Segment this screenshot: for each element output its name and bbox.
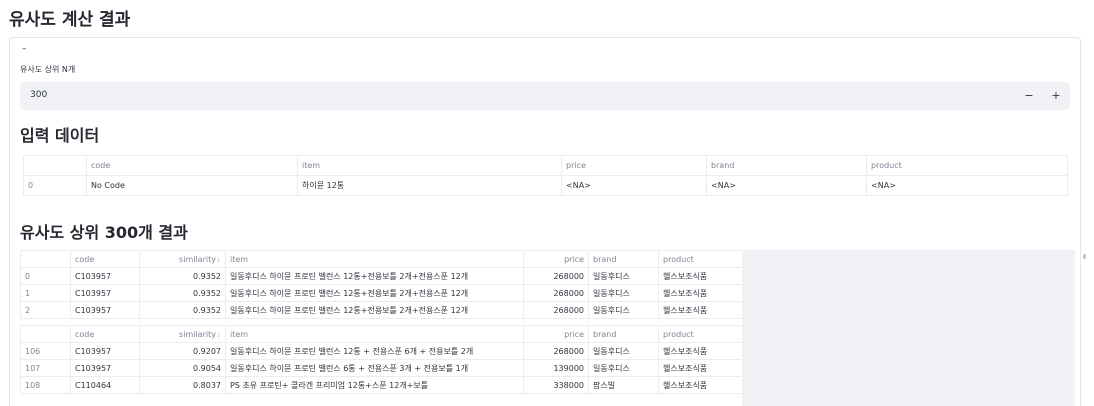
- table-cell[interactable]: 1: [20, 284, 71, 302]
- column-header-similarity[interactable]: similarity↓: [139, 325, 226, 343]
- column-header-index[interactable]: [20, 325, 71, 343]
- table-cell[interactable]: 일동후디스 하이뮨 프로틴 밸런스 12통+전용보틀 2개+전용스푼 12개: [225, 301, 524, 319]
- collapse-toggle[interactable]: –: [22, 44, 27, 54]
- column-header-code[interactable]: code: [70, 325, 140, 343]
- topn-number-input[interactable]: 300 − +: [20, 82, 1070, 110]
- table-cell[interactable]: <NA>: [706, 175, 867, 196]
- table-cell[interactable]: C110464: [70, 376, 140, 394]
- table-cell[interactable]: 268000: [523, 267, 589, 285]
- column-header-price[interactable]: price: [561, 155, 707, 176]
- column-header-brand[interactable]: brand: [706, 155, 867, 176]
- sort-desc-icon: ↓: [215, 331, 221, 339]
- table-cell[interactable]: 일동후디스: [588, 301, 659, 319]
- table-cell[interactable]: 일동후디스: [588, 342, 659, 360]
- sort-desc-icon: ↓: [215, 256, 221, 264]
- table-cell[interactable]: 일동후디스: [588, 359, 659, 377]
- column-header-product[interactable]: product: [866, 155, 1068, 176]
- table-cell[interactable]: 일동후디스: [588, 267, 659, 285]
- table-cell[interactable]: 107: [20, 359, 71, 377]
- table-cell[interactable]: 268000: [523, 284, 589, 302]
- table-cell[interactable]: 헬스보조식품: [658, 284, 743, 302]
- table-cell[interactable]: 일동후디스: [588, 284, 659, 302]
- table-cell[interactable]: 헬스보조식품: [658, 342, 743, 360]
- table-row: 106 C103957 0.9207 일동후디스 하이뮨 프로틴 밸런스 12통…: [20, 342, 743, 360]
- table-cell[interactable]: C103957: [70, 267, 140, 285]
- decrement-button[interactable]: −: [1019, 86, 1039, 106]
- table-row: 0 No Code 하이뮨 12통 <NA> <NA> <NA>: [23, 175, 1068, 196]
- table-row: 0 C103957 0.9352 일동후디스 하이뮨 프로틴 밸런스 12통+전…: [20, 267, 743, 285]
- table-cell[interactable]: 106: [20, 342, 71, 360]
- table-cell[interactable]: 0.9352: [139, 301, 226, 319]
- increment-button[interactable]: +: [1046, 86, 1066, 106]
- column-header-product[interactable]: product: [658, 325, 743, 343]
- column-header-index[interactable]: [23, 155, 87, 176]
- column-header-brand[interactable]: brand: [588, 250, 659, 268]
- table-cell[interactable]: 하이뮨 12통: [297, 175, 562, 196]
- table-cell[interactable]: 일동후디스 하이뮨 프로틴 밸런스 12통+전용보틀 2개+전용스푼 12개: [225, 267, 524, 285]
- column-header-label: similarity: [179, 329, 216, 339]
- table-header-row: code similarity↓ item price brand produc…: [20, 325, 743, 343]
- table-row: 1 C103957 0.9352 일동후디스 하이뮨 프로틴 밸런스 12통+전…: [20, 284, 743, 302]
- input-data-heading: 입력 데이터: [20, 126, 100, 145]
- table-cell[interactable]: 0.9054: [139, 359, 226, 377]
- table-cell[interactable]: 2: [20, 301, 71, 319]
- table-cell[interactable]: 헬스보조식품: [658, 376, 743, 394]
- table-cell[interactable]: 헬스보조식품: [658, 267, 743, 285]
- topn-label: 유사도 상위 N개: [20, 65, 76, 74]
- column-header-label: similarity: [179, 254, 216, 264]
- table-empty-area: [742, 250, 1075, 406]
- table-cell[interactable]: 헬스보조식품: [658, 301, 743, 319]
- table-cell[interactable]: C103957: [70, 342, 140, 360]
- table-cell[interactable]: C103957: [70, 359, 140, 377]
- table-cell[interactable]: 0: [20, 267, 71, 285]
- column-header-item[interactable]: item: [225, 325, 524, 343]
- column-header-similarity[interactable]: similarity↓: [139, 250, 226, 268]
- table-cell[interactable]: 268000: [523, 301, 589, 319]
- table-cell[interactable]: 338000: [523, 376, 589, 394]
- table-cell[interactable]: 일동후디스 하이뮨 프로틴 밸런스 12통 + 전용스푼 6개 + 전용보틀 2…: [225, 342, 524, 360]
- table-cell[interactable]: 0.9352: [139, 267, 226, 285]
- table-header-row: code item price brand product: [23, 155, 1068, 176]
- column-header-brand[interactable]: brand: [588, 325, 659, 343]
- table-cell[interactable]: PS 초유 프로틴+ 콜라겐 프리미엄 12통+스푼 12개+보틀: [225, 376, 524, 394]
- table-cell[interactable]: <NA>: [866, 175, 1068, 196]
- topn-value[interactable]: 300: [30, 90, 47, 100]
- result-table-top[interactable]: code similarity↓ item price brand produc…: [20, 250, 743, 319]
- table-cell[interactable]: 268000: [523, 342, 589, 360]
- result-table-bottom[interactable]: code similarity↓ item price brand produc…: [20, 325, 743, 394]
- input-data-table[interactable]: code item price brand product 0 No Code …: [23, 155, 1068, 196]
- table-cell[interactable]: 0.8037: [139, 376, 226, 394]
- table-cell[interactable]: 139000: [523, 359, 589, 377]
- table-cell[interactable]: C103957: [70, 301, 140, 319]
- table-cell[interactable]: 0: [23, 175, 87, 196]
- column-header-code[interactable]: code: [86, 155, 298, 176]
- table-cell[interactable]: 헬스보조식품: [658, 359, 743, 377]
- table-cell[interactable]: 108: [20, 376, 71, 394]
- result-heading: 유사도 상위 300개 결과: [20, 223, 188, 242]
- table-cell[interactable]: 0.9352: [139, 284, 226, 302]
- column-header-product[interactable]: product: [658, 250, 743, 268]
- table-cell[interactable]: 일동후디스 하이뮨 프로틴 밸런스 6통 + 전용스푼 3개 + 전용보틀 1개: [225, 359, 524, 377]
- column-header-price[interactable]: price: [523, 250, 589, 268]
- table-cell[interactable]: <NA>: [561, 175, 707, 196]
- table-cell[interactable]: No Code: [86, 175, 298, 196]
- column-header-index[interactable]: [20, 250, 71, 268]
- table-cell[interactable]: 일동후디스 하이뮨 프로틴 밸런스 12통+전용보틀 2개+전용스푼 12개: [225, 284, 524, 302]
- column-header-item[interactable]: item: [225, 250, 524, 268]
- column-header-code[interactable]: code: [70, 250, 140, 268]
- table-row: 108 C110464 0.8037 PS 초유 프로틴+ 콜라겐 프리미엄 1…: [20, 376, 743, 394]
- column-header-item[interactable]: item: [297, 155, 562, 176]
- table-cell[interactable]: 팜스빌: [588, 376, 659, 394]
- table-row: 107 C103957 0.9054 일동후디스 하이뮨 프로틴 밸런스 6통 …: [20, 359, 743, 377]
- table-header-row: code similarity↓ item price brand produc…: [20, 250, 743, 268]
- page-title: 유사도 계산 결과: [9, 10, 131, 30]
- column-header-price[interactable]: price: [523, 325, 589, 343]
- table-cell[interactable]: 0.9207: [139, 342, 226, 360]
- table-row: 2 C103957 0.9352 일동후디스 하이뮨 프로틴 밸런스 12통+전…: [20, 301, 743, 319]
- scrollbar-thumb[interactable]: [1083, 254, 1086, 259]
- table-cell[interactable]: C103957: [70, 284, 140, 302]
